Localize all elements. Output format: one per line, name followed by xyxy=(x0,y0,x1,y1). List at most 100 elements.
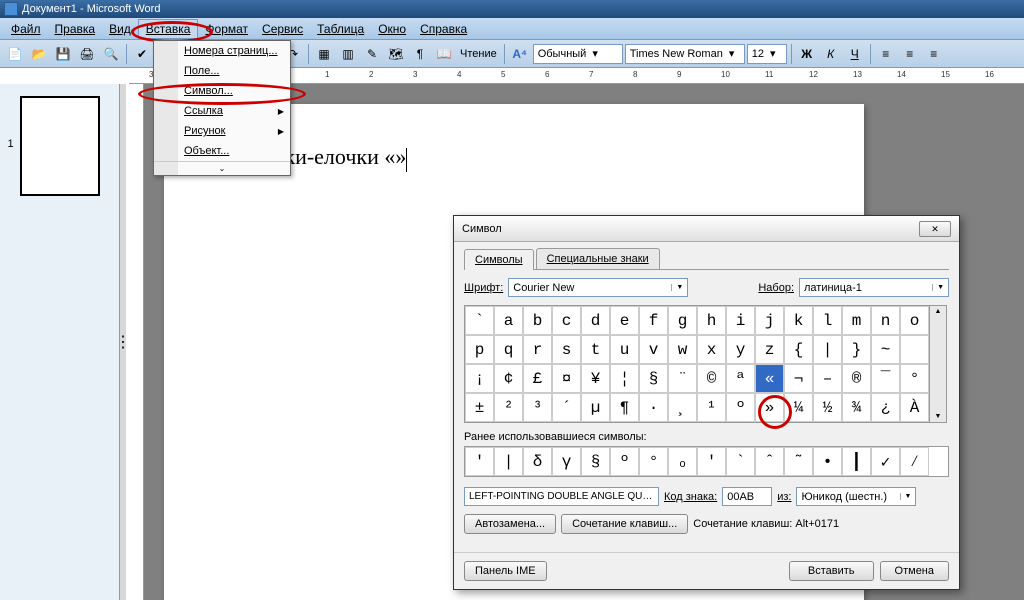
symbol-cell[interactable]: l xyxy=(813,306,842,335)
symbol-cell[interactable]: } xyxy=(842,335,871,364)
symbol-cell[interactable]: c xyxy=(552,306,581,335)
menu-file[interactable]: Файл xyxy=(4,20,48,38)
symbol-cell[interactable]: q xyxy=(494,335,523,364)
menu-help[interactable]: Справка xyxy=(413,20,474,38)
symbol-cell[interactable]: k xyxy=(784,306,813,335)
print-icon[interactable]: 🖨 xyxy=(76,43,98,65)
symbol-cell[interactable]: o xyxy=(900,306,929,335)
symbol-cell[interactable]: r xyxy=(523,335,552,364)
preview-icon[interactable]: 🔍 xyxy=(100,43,122,65)
symbol-cell[interactable]: u xyxy=(610,335,639,364)
menu-format[interactable]: Формат xyxy=(198,20,255,38)
menu-view[interactable]: Вид xyxy=(102,20,138,38)
close-icon[interactable]: ✕ xyxy=(919,221,951,237)
symbol-cell[interactable]: · xyxy=(639,393,668,422)
symbol-cell[interactable]: x xyxy=(697,335,726,364)
recent-symbol-cell[interactable]: º xyxy=(610,447,639,476)
symbol-cell[interactable]: ¾ xyxy=(842,393,871,422)
para-icon[interactable]: ¶ xyxy=(409,43,431,65)
recent-symbol-cell[interactable]: ˆ xyxy=(755,447,784,476)
symbol-cell[interactable]: ¡ xyxy=(465,364,494,393)
align-right-icon[interactable]: ≡ xyxy=(923,43,945,65)
recent-symbol-cell[interactable]: ✓ xyxy=(871,447,900,476)
symbol-cell[interactable]: ± xyxy=(465,393,494,422)
symbol-cell[interactable]: s xyxy=(552,335,581,364)
symbol-cell[interactable]: b xyxy=(523,306,552,335)
symbol-cell[interactable]: ¿ xyxy=(871,393,900,422)
dd-object[interactable]: Объект... xyxy=(154,141,290,161)
symbol-cell[interactable]: i xyxy=(726,306,755,335)
symbol-cell[interactable]: ½ xyxy=(813,393,842,422)
recent-symbol-cell[interactable]: ′ xyxy=(465,447,494,476)
symbol-cell[interactable]: « xyxy=(755,364,784,393)
symbol-cell[interactable]: p xyxy=(465,335,494,364)
symbol-cell[interactable]: ² xyxy=(494,393,523,422)
symbol-cell[interactable]: t xyxy=(581,335,610,364)
insert-button[interactable]: Вставить xyxy=(789,561,874,581)
symbol-cell[interactable]: ³ xyxy=(523,393,552,422)
autocorrect-button[interactable]: Автозамена... xyxy=(464,514,556,534)
symbol-cell[interactable]: ¶ xyxy=(610,393,639,422)
symbol-cell[interactable]: g xyxy=(668,306,697,335)
menu-insert[interactable]: Вставка xyxy=(138,19,199,39)
symbol-cell[interactable]: w xyxy=(668,335,697,364)
symbol-cell[interactable]: © xyxy=(697,364,726,393)
recent-symbol-cell[interactable]: γ xyxy=(552,447,581,476)
symbol-cell[interactable]: h xyxy=(697,306,726,335)
shortcut-button[interactable]: Сочетание клавиш... xyxy=(561,514,688,534)
style-dropdown[interactable]: Обычный▾ xyxy=(533,44,623,64)
columns-icon[interactable]: ▥ xyxy=(337,43,359,65)
ime-panel-button[interactable]: Панель IME xyxy=(464,561,547,581)
symbol-cell[interactable]: j xyxy=(755,306,784,335)
align-left-icon[interactable]: ≡ xyxy=(875,43,897,65)
symbol-cell[interactable]: ¯ xyxy=(871,364,900,393)
spell-icon[interactable]: ✔ xyxy=(131,43,153,65)
symbol-cell[interactable]: ´ xyxy=(552,393,581,422)
symbol-cell[interactable]: d xyxy=(581,306,610,335)
symbol-cell[interactable]: ° xyxy=(900,364,929,393)
recent-symbol-cell[interactable]: ₒ xyxy=(668,447,697,476)
symbol-cell[interactable]: ¸ xyxy=(668,393,697,422)
symbol-cell[interactable]: ¤ xyxy=(552,364,581,393)
reading-label[interactable]: Чтение xyxy=(457,48,500,60)
dd-symbol[interactable]: Символ... xyxy=(154,81,290,101)
symbol-cell[interactable]: ¦ xyxy=(610,364,639,393)
dd-link[interactable]: Ссылка▶ xyxy=(154,101,290,121)
size-dropdown[interactable]: 12▾ xyxy=(747,44,787,64)
font-select[interactable]: Courier New▼ xyxy=(508,278,688,297)
symbol-cell[interactable]: ¼ xyxy=(784,393,813,422)
recent-symbol-cell[interactable]: ⁄ xyxy=(900,447,929,476)
symbol-cell[interactable]: £ xyxy=(523,364,552,393)
open-icon[interactable]: 📂 xyxy=(28,43,50,65)
symbol-cell[interactable]: z xyxy=(755,335,784,364)
symbol-cell[interactable]: » xyxy=(755,393,784,422)
style-indicator-icon[interactable]: A⁴ xyxy=(509,43,531,65)
dd-picture[interactable]: Рисунок▶ xyxy=(154,121,290,141)
map-icon[interactable]: 🗺 xyxy=(385,43,407,65)
tab-symbols[interactable]: Символы xyxy=(464,249,534,270)
recent-symbol-cell[interactable]: | xyxy=(494,447,523,476)
table-icon[interactable]: ▦ xyxy=(313,43,335,65)
font-dropdown[interactable]: Times New Roman▾ xyxy=(625,44,745,64)
recent-symbol-cell[interactable]: ` xyxy=(726,447,755,476)
symbol-cell[interactable]: y xyxy=(726,335,755,364)
menu-service[interactable]: Сервис xyxy=(255,20,310,38)
symbol-cell[interactable]: ¢ xyxy=(494,364,523,393)
symbol-cell[interactable]: { xyxy=(784,335,813,364)
bold-icon[interactable]: Ж xyxy=(796,43,818,65)
dd-expand[interactable]: ⌄ xyxy=(154,161,290,175)
dialog-titlebar[interactable]: Символ ✕ xyxy=(454,216,959,242)
symbol-cell[interactable]: ¹ xyxy=(697,393,726,422)
symbol-cell[interactable]: m xyxy=(842,306,871,335)
italic-icon[interactable]: К xyxy=(820,43,842,65)
symbol-cell[interactable]: ¨ xyxy=(668,364,697,393)
code-field[interactable]: 00AB xyxy=(722,487,772,506)
symbol-cell[interactable]: ~ xyxy=(871,335,900,364)
symbol-cell[interactable]: v xyxy=(639,335,668,364)
symbol-cell[interactable]: ¥ xyxy=(581,364,610,393)
underline-icon[interactable]: Ч xyxy=(844,43,866,65)
symbol-cell[interactable]: n xyxy=(871,306,900,335)
page-thumbnail[interactable]: 1 xyxy=(20,96,100,196)
reading-icon[interactable]: 📖 xyxy=(433,43,455,65)
symbol-cell[interactable]: ® xyxy=(842,364,871,393)
